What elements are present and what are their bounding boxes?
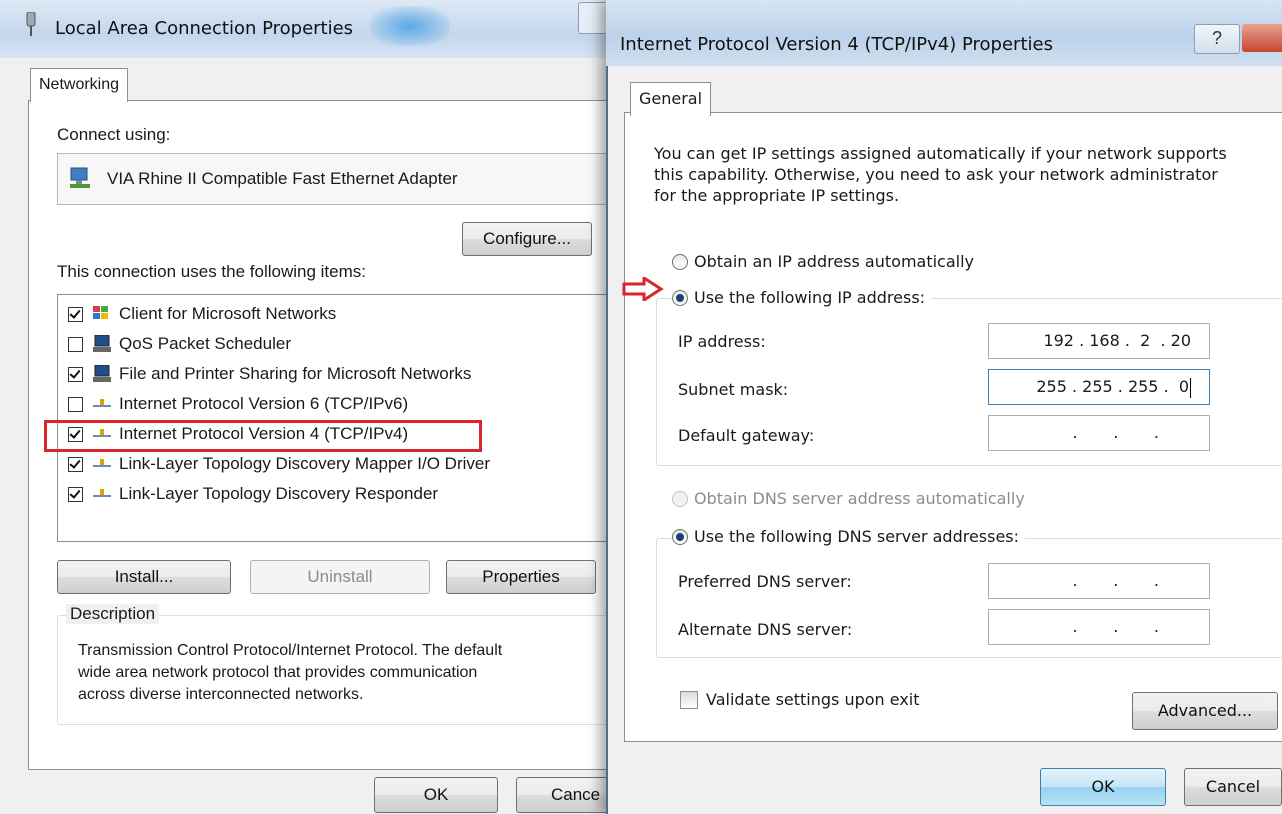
install-button[interactable]: Install...: [57, 560, 231, 594]
left-cancel-button[interactable]: Cance: [516, 777, 610, 813]
annotation-highlight-box: [44, 420, 482, 452]
obtain-dns-auto-option[interactable]: Obtain DNS server address automatically: [672, 489, 1025, 508]
item-label: QoS Packet Scheduler: [119, 334, 291, 353]
list-item[interactable]: Link-Layer Topology Discovery Mapper I/O…: [68, 450, 490, 478]
right-title-bar[interactable]: Internet Protocol Version 4 (TCP/IPv4) P…: [606, 0, 1282, 66]
ip-address-input[interactable]: 192 . 168 . 2 . 20: [988, 323, 1210, 359]
tab-general[interactable]: General: [630, 82, 712, 116]
alternate-dns-label: Alternate DNS server:: [678, 620, 853, 639]
obtain-ip-auto-radio[interactable]: [672, 253, 688, 270]
use-following-ip-label: Use the following IP address:: [694, 288, 926, 307]
use-following-ip-option[interactable]: Use the following IP address:: [672, 288, 932, 307]
use-following-dns-radio[interactable]: [672, 528, 688, 545]
right-cancel-button[interactable]: Cancel: [1184, 768, 1282, 806]
description-line: wide area network protocol that provides…: [78, 664, 478, 681]
right-ok-button[interactable]: OK: [1040, 768, 1166, 806]
obtain-ip-auto-label: Obtain an IP address automatically: [694, 252, 975, 271]
uninstall-button[interactable]: Uninstall: [250, 560, 430, 594]
alternate-dns-input[interactable]: . . .: [988, 609, 1210, 645]
subnet-mask-label: Subnet mask:: [678, 380, 789, 399]
validate-checkbox[interactable]: [680, 690, 698, 709]
adapter-name: VIA Rhine II Compatible Fast Ethernet Ad…: [107, 169, 458, 188]
checkbox[interactable]: [68, 336, 83, 352]
advanced-button[interactable]: Advanced...: [1132, 692, 1278, 730]
intro-line: this capability. Otherwise, you need to …: [654, 165, 1218, 184]
left-title-bar[interactable]: Local Area Connection Properties: [0, 0, 612, 58]
intro-line: for the appropriate IP settings.: [654, 186, 900, 205]
item-label: File and Printer Sharing for Microsoft N…: [119, 364, 472, 383]
list-item[interactable]: Client for Microsoft Networks: [68, 300, 336, 328]
obtain-dns-auto-label: Obtain DNS server address automatically: [694, 489, 1025, 508]
configure-button[interactable]: Configure...: [462, 222, 592, 256]
item-label: Link-Layer Topology Discovery Responder: [119, 484, 439, 503]
preferred-dns-label: Preferred DNS server:: [678, 572, 852, 591]
intro-line: You can get IP settings assigned automat…: [654, 144, 1227, 163]
checkbox[interactable]: [68, 456, 83, 472]
description-legend: Description: [66, 604, 160, 624]
computer-service-icon: [93, 365, 111, 382]
properties-button[interactable]: Properties: [446, 560, 596, 594]
description-text: Transmission Control Protocol/Internet P…: [78, 640, 502, 706]
subnet-mask-input[interactable]: 255 . 255 . 255 . 0: [988, 369, 1210, 405]
subnet-mask-value: 255 . 255 . 255 . 0: [1036, 377, 1189, 396]
checkbox[interactable]: [68, 396, 83, 412]
use-following-dns-option[interactable]: Use the following DNS server addresses:: [672, 527, 1026, 546]
tab-networking[interactable]: Networking: [30, 68, 129, 102]
preferred-dns-input[interactable]: . . .: [988, 563, 1210, 599]
validate-settings-option[interactable]: Validate settings upon exit: [680, 690, 920, 709]
items-list-label: This connection uses the following items…: [57, 262, 366, 281]
protocol-icon: [91, 455, 113, 473]
right-close-button[interactable]: [1242, 24, 1282, 52]
left-window-title: Local Area Connection Properties: [55, 18, 354, 39]
checkbox[interactable]: [68, 306, 83, 322]
list-item[interactable]: Internet Protocol Version 6 (TCP/IPv6): [68, 390, 408, 418]
default-gateway-label: Default gateway:: [678, 426, 815, 445]
obtain-ip-auto-option[interactable]: Obtain an IP address automatically: [672, 252, 974, 271]
default-gateway-input[interactable]: . . .: [988, 415, 1210, 451]
computer-service-icon: [93, 335, 111, 352]
protocol-icon: [91, 395, 113, 413]
use-following-ip-radio[interactable]: [672, 289, 688, 306]
connection-items-list[interactable]: Client for Microsoft Networks QoS Packet…: [57, 294, 619, 542]
item-label: Internet Protocol Version 6 (TCP/IPv6): [119, 394, 409, 413]
use-following-dns-label: Use the following DNS server addresses:: [694, 527, 1020, 546]
item-label: Link-Layer Topology Discovery Mapper I/O…: [119, 454, 490, 473]
title-bar-glow: [370, 6, 450, 46]
help-button[interactable]: ?: [1194, 24, 1240, 54]
list-item[interactable]: File and Printer Sharing for Microsoft N…: [68, 360, 471, 388]
obtain-dns-auto-radio[interactable]: [672, 490, 688, 507]
connect-using-label: Connect using:: [57, 125, 171, 144]
network-client-icon: [93, 306, 108, 319]
network-adapter-icon: [70, 167, 90, 188]
right-window-title: Internet Protocol Version 4 (TCP/IPv4) P…: [620, 34, 1053, 55]
validate-label: Validate settings upon exit: [706, 690, 920, 709]
adapter-box: VIA Rhine II Compatible Fast Ethernet Ad…: [57, 153, 619, 205]
ip-address-label: IP address:: [678, 332, 766, 351]
description-line: Transmission Control Protocol/Internet P…: [78, 642, 503, 659]
description-line: across diverse interconnected networks.: [78, 686, 364, 703]
network-plug-icon: [26, 12, 36, 36]
protocol-icon: [91, 485, 113, 503]
checkbox[interactable]: [68, 366, 83, 382]
intro-text: You can get IP settings assigned automat…: [654, 143, 1227, 206]
left-ok-button[interactable]: OK: [374, 777, 498, 813]
item-label: Client for Microsoft Networks: [119, 304, 337, 323]
text-cursor: [1190, 377, 1191, 398]
list-item[interactable]: Link-Layer Topology Discovery Responder: [68, 480, 438, 508]
checkbox[interactable]: [68, 486, 83, 502]
list-item[interactable]: QoS Packet Scheduler: [68, 330, 291, 358]
